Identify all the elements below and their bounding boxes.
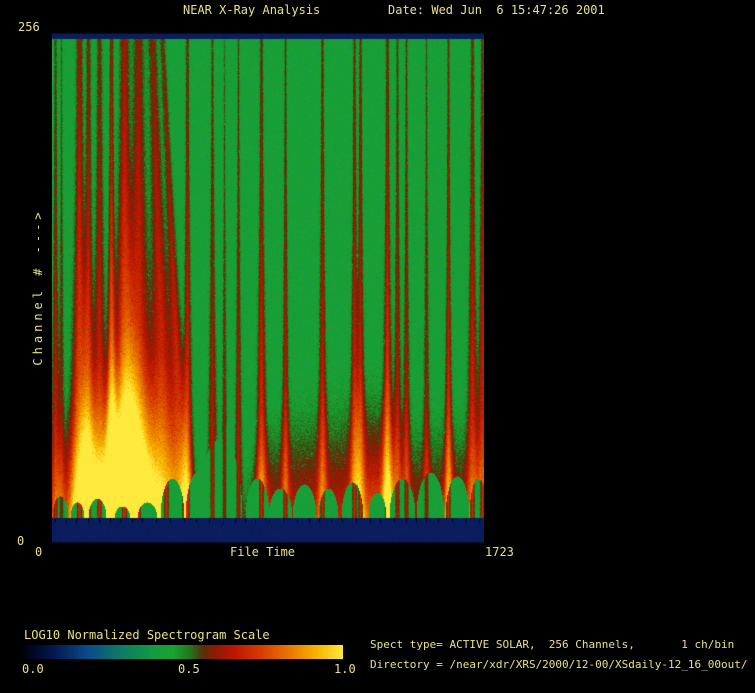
directory-line: Directory = /near/xdr/XRS/2000/12-00/XSd… [370,658,748,671]
x-axis-max-label: 1723 [485,545,514,559]
y-axis-max-label: 256 [18,20,40,34]
x-axis-min-label: 0 [35,545,43,559]
colorbar-tick-max: 1.0 [334,662,356,676]
spect-type-line: Spect type= ACTIVE SOLAR, 256 Channels, … [370,638,735,651]
colorbar-tick-min: 0.0 [22,662,44,676]
spectrogram-canvas [52,33,484,543]
colorbar-canvas [23,645,343,659]
x-axis-label: File Time [230,545,296,559]
colorbar-title: LOG10 Normalized Spectrogram Scale [24,628,270,642]
y-axis-label: Channel # ---> [31,208,45,366]
xray-analysis-window: { "header": { "title": "NEAR X-Ray Analy… [0,0,755,693]
date-label: Date: Wed Jun 6 15:47:26 2001 [388,3,605,17]
y-axis-min-label: 0 [17,534,25,548]
colorbar-tick-mid: 0.5 [178,662,200,676]
app-title: NEAR X-Ray Analysis [183,3,321,17]
